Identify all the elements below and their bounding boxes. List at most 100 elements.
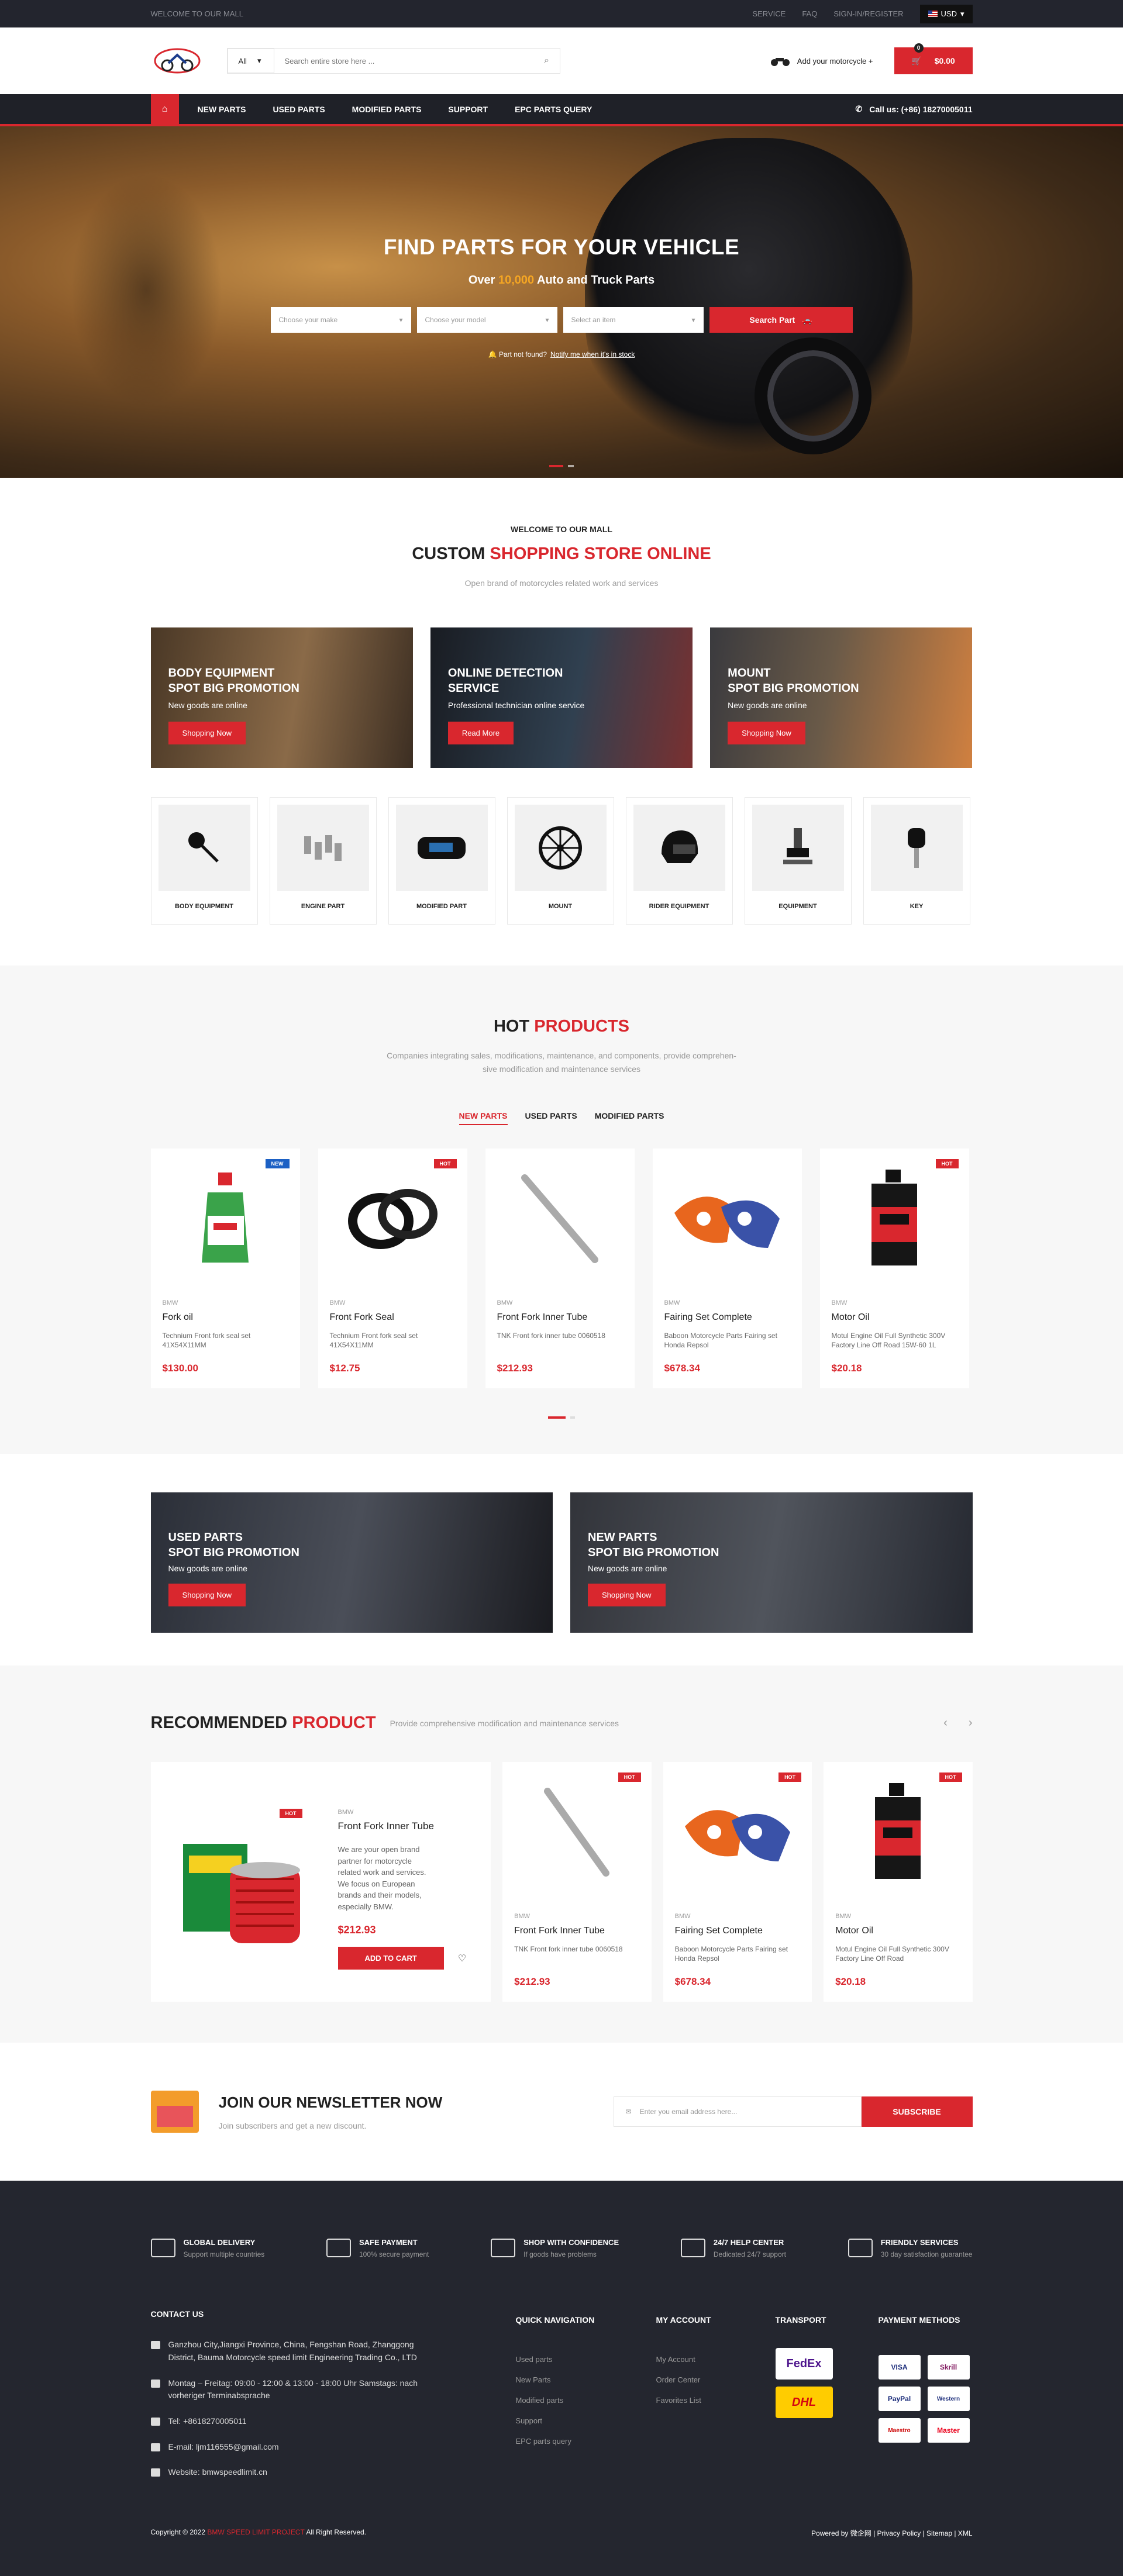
product-card[interactable]: BMW Front Fork Inner Tube TNK Front fork… bbox=[485, 1149, 635, 1389]
make-select[interactable]: Choose your make ▾ bbox=[270, 307, 411, 333]
mail-icon bbox=[150, 2443, 160, 2451]
category-card[interactable]: MODIFIED PART bbox=[388, 797, 495, 925]
hot-badge: HOT bbox=[433, 1159, 457, 1169]
promo-button[interactable]: Shopping Now bbox=[728, 722, 805, 745]
product-name[interactable]: Front Fork Inner Tube bbox=[514, 1926, 639, 1936]
products-dot[interactable] bbox=[548, 1416, 566, 1419]
category-card[interactable]: RIDER EQUIPMENT bbox=[625, 797, 733, 925]
products-dot[interactable] bbox=[570, 1416, 575, 1419]
currency-select[interactable]: USD ▾ bbox=[919, 4, 973, 23]
chevron-right-icon[interactable]: › bbox=[969, 1716, 973, 1730]
product-card[interactable]: HOT BMW Front Fork Inner Tube TNK Front … bbox=[502, 1762, 652, 2002]
website-text[interactable]: Website: bmwspeedlimit.cn bbox=[168, 2466, 267, 2479]
western-union-logo: Western bbox=[927, 2387, 970, 2412]
copy-brand[interactable]: BMW SPEED LIMIT PROJECT bbox=[207, 2528, 304, 2536]
hero-dot[interactable] bbox=[549, 465, 563, 467]
footer-link[interactable]: My Account bbox=[656, 2355, 776, 2364]
category-card[interactable]: EQUIPMENT bbox=[744, 797, 852, 925]
banner-button[interactable]: Shopping Now bbox=[588, 1584, 666, 1607]
footer-link[interactable]: Favorites List bbox=[656, 2396, 776, 2405]
item-select[interactable]: Select an item ▾ bbox=[563, 307, 704, 333]
tab-new-parts[interactable]: NEW PARTS bbox=[459, 1111, 508, 1126]
fairing-set-image bbox=[664, 1149, 790, 1289]
product-card[interactable]: HOT BMW Front Fork Seal Technium Front f… bbox=[318, 1149, 467, 1389]
product-card[interactable]: HOT BMW Motor Oil Motul Engine Oil Full … bbox=[819, 1149, 969, 1389]
search-icon[interactable]: ⌕ bbox=[534, 56, 560, 66]
product-name[interactable]: Front Fork Inner Tube bbox=[497, 1312, 623, 1323]
product-card[interactable]: HOT BMW Motor Oil Motul Engine Oil Full … bbox=[824, 1762, 973, 2002]
nav-modified-parts[interactable]: MODIFIED PARTS bbox=[352, 105, 422, 114]
cart-total: $0.00 bbox=[934, 56, 955, 65]
subscribe-button[interactable]: SUBSCRIBE bbox=[861, 2096, 973, 2127]
hero-sub-post: Auto and Truck Parts bbox=[537, 274, 655, 287]
notify-link[interactable]: Notify me when it's in stock bbox=[550, 350, 635, 358]
nav-used-parts[interactable]: USED PARTS bbox=[273, 105, 325, 114]
featured-product-card[interactable]: HOT BMW Front Fork Inner Tube We are you… bbox=[150, 1762, 491, 2002]
new-parts-banner[interactable]: NEW PARTS SPOT BIG PROMOTION New goods ar… bbox=[570, 1492, 973, 1633]
category-card[interactable]: BODY EQUIPMENT bbox=[150, 797, 258, 925]
quick-nav-column: QUICK NAVIGATION Used parts New Parts Modi… bbox=[516, 2309, 656, 2479]
product-name[interactable]: Front Fork Seal bbox=[330, 1312, 456, 1323]
cart-button[interactable]: 🛒 0 $0.00 bbox=[894, 43, 973, 74]
footer-link[interactable]: New Parts bbox=[516, 2375, 656, 2384]
category-card[interactable]: MOUNT bbox=[507, 797, 614, 925]
footer-link[interactable]: Used parts bbox=[516, 2355, 656, 2364]
tab-used-parts[interactable]: USED PARTS bbox=[525, 1111, 577, 1125]
search-part-button[interactable]: Search Part 🚗 bbox=[709, 307, 853, 333]
product-card[interactable]: NEW BMW Fork oil Technium Front fork sea… bbox=[150, 1149, 300, 1389]
tab-modified-parts[interactable]: MODIFIED PARTS bbox=[595, 1111, 664, 1125]
product-card[interactable]: HOT BMW Fairing Set Complete Baboon Moto… bbox=[663, 1762, 812, 2002]
product-name[interactable]: Fairing Set Complete bbox=[664, 1312, 790, 1323]
search-input[interactable] bbox=[274, 56, 534, 65]
nav-support[interactable]: SUPPORT bbox=[448, 105, 488, 114]
product-name[interactable]: Motor Oil bbox=[832, 1312, 957, 1323]
nav-epc-query[interactable]: EPC PARTS QUERY bbox=[515, 105, 592, 114]
promo-title-2: SERVICE bbox=[447, 682, 500, 695]
product-name[interactable]: Fairing Set Complete bbox=[675, 1926, 800, 1936]
heart-icon[interactable]: ♡ bbox=[458, 1953, 466, 1964]
category-label: All bbox=[238, 56, 247, 65]
search-part-label: Search Part bbox=[749, 315, 795, 325]
product-name[interactable]: Motor Oil bbox=[835, 1926, 960, 1936]
not-found-text: Part not found? bbox=[498, 350, 547, 358]
title-red: PRODUCT bbox=[292, 1713, 376, 1733]
add-to-cart-button[interactable]: ADD TO CART bbox=[337, 1947, 444, 1970]
model-select[interactable]: Choose your model ▾ bbox=[416, 307, 557, 333]
hero-dot[interactable] bbox=[568, 465, 574, 467]
product-name[interactable]: Front Fork Inner Tube bbox=[338, 1820, 467, 1832]
tel-text[interactable]: Tel: +8618270005011 bbox=[168, 2415, 247, 2428]
product-card[interactable]: BMW Fairing Set Complete Baboon Motorcyc… bbox=[652, 1149, 802, 1389]
banner-button[interactable]: Shopping Now bbox=[168, 1584, 246, 1607]
signin-link[interactable]: SIGN-IN/REGISTER bbox=[833, 9, 903, 18]
category-card[interactable]: KEY bbox=[863, 797, 970, 925]
used-parts-banner[interactable]: USED PARTS SPOT BIG PROMOTION New goods a… bbox=[150, 1492, 553, 1633]
footer-link[interactable]: Support bbox=[516, 2416, 656, 2425]
product-name[interactable]: Fork oil bbox=[163, 1312, 288, 1323]
add-motorcycle[interactable]: Add your motorcycle + bbox=[770, 55, 873, 67]
promo-button[interactable]: Shopping Now bbox=[168, 722, 246, 745]
service-link[interactable]: SERVICE bbox=[752, 9, 786, 18]
promo-card[interactable]: BODY EQUIPMENT SPOT BIG PROMOTION New goo… bbox=[150, 627, 413, 768]
promo-button[interactable]: Read More bbox=[447, 722, 514, 745]
faq-link[interactable]: FAQ bbox=[802, 9, 817, 18]
nav-new-parts[interactable]: NEW PARTS bbox=[198, 105, 246, 114]
email-text[interactable]: E-mail: ljm116555@gmail.com bbox=[168, 2441, 279, 2454]
promo-card[interactable]: MOUNT SPOT BIG PROMOTION New goods are on… bbox=[710, 627, 973, 768]
bell-icon: 🔔 bbox=[488, 350, 497, 358]
logo[interactable] bbox=[151, 40, 204, 82]
promo-card[interactable]: ONLINE DETECTION SERVICE Professional tec… bbox=[430, 627, 693, 768]
footer-link[interactable]: Modified parts bbox=[516, 2396, 656, 2405]
footer-links[interactable]: Powered by 微企网 | Privacy Policy | Sitema… bbox=[811, 2528, 972, 2538]
category-card[interactable]: ENGINE PART bbox=[269, 797, 377, 925]
chevron-down-icon: ▾ bbox=[691, 316, 695, 324]
home-icon[interactable]: ⌂ bbox=[150, 94, 179, 124]
footer-link[interactable]: Order Center bbox=[656, 2375, 776, 2384]
wallet-icon bbox=[326, 2239, 351, 2258]
category-label: MODIFIED PART bbox=[416, 903, 467, 911]
wheel-icon bbox=[514, 805, 607, 892]
category-select[interactable]: All ▾ bbox=[227, 49, 274, 73]
inner-tube-image bbox=[514, 1762, 639, 1902]
email-field[interactable]: ✉ Enter you email address here... bbox=[613, 2096, 862, 2127]
chevron-left-icon[interactable]: ‹ bbox=[943, 1716, 948, 1730]
footer-link[interactable]: EPC parts query bbox=[516, 2437, 656, 2446]
